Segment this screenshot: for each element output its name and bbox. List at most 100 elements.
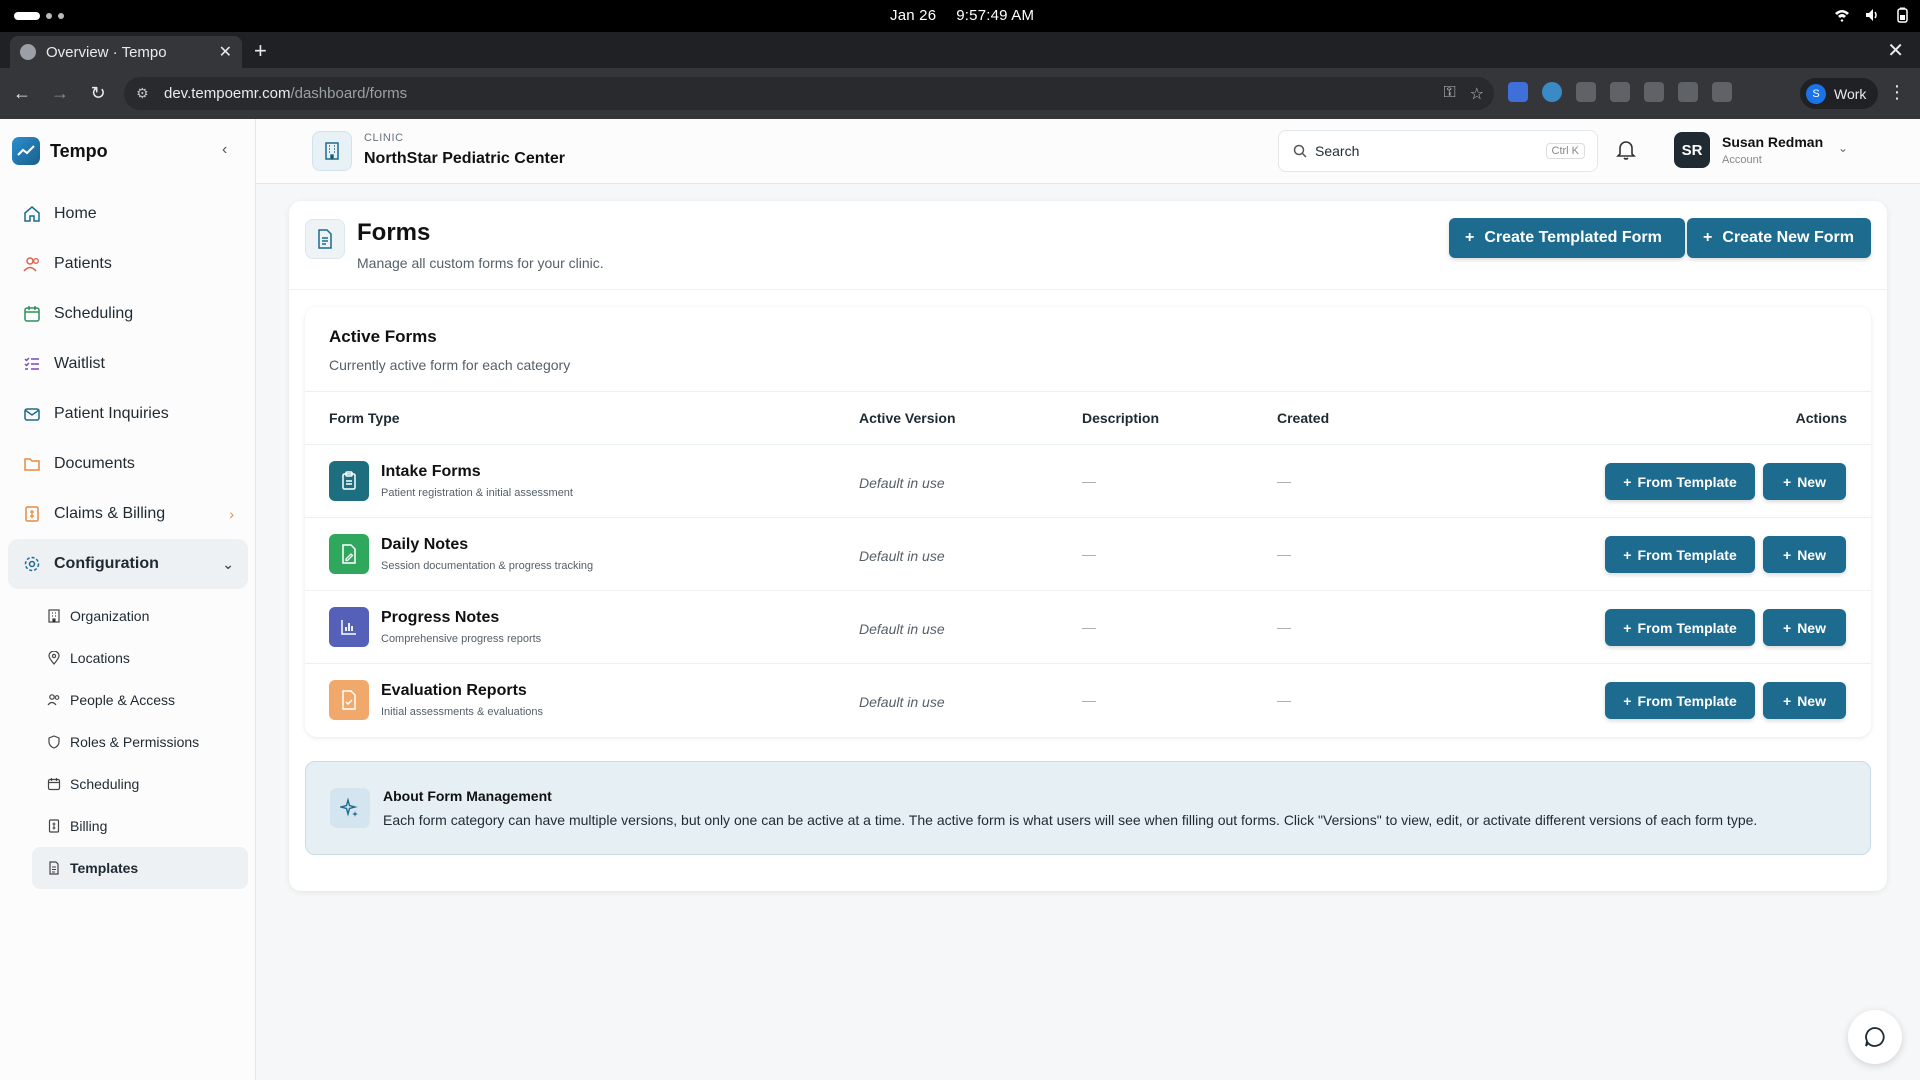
active-version: Default in use bbox=[859, 694, 945, 710]
from-template-button[interactable]: + From Template bbox=[1605, 463, 1755, 500]
form-type-name: Intake Forms bbox=[381, 463, 481, 480]
subnav-item-label: Billing bbox=[70, 818, 108, 834]
chevron-down-icon[interactable]: ⌄ bbox=[1838, 141, 1848, 155]
clipboard-icon bbox=[329, 461, 369, 501]
tab-close-icon[interactable]: ✕ bbox=[219, 42, 232, 62]
check-document-icon bbox=[329, 680, 369, 720]
new-tab-button[interactable]: + bbox=[254, 38, 267, 64]
table-row: Intake Forms Patient registration & init… bbox=[305, 445, 1871, 518]
bar-chart-icon bbox=[329, 607, 369, 647]
sidebar-item-patient-inquiries[interactable]: Patient Inquiries bbox=[8, 389, 248, 439]
tab-search-icon[interactable] bbox=[1712, 82, 1732, 102]
puzzle-extensions-icon[interactable] bbox=[1678, 82, 1698, 102]
plus-icon: + bbox=[1623, 619, 1632, 636]
bitwarden-extension-icon[interactable] bbox=[1508, 82, 1528, 102]
reload-icon[interactable]: ↻ bbox=[82, 83, 114, 104]
brand[interactable]: Tempo bbox=[12, 137, 108, 165]
chevron-down-icon: ⌄ bbox=[222, 555, 234, 572]
tab-favicon-icon bbox=[20, 44, 36, 60]
about-form-management: About Form Management Each form category… bbox=[305, 761, 1871, 855]
subnav-item-label: Roles & Permissions bbox=[70, 734, 200, 750]
extensions-area bbox=[1508, 82, 1732, 102]
tab-title: Overview · Tempo bbox=[46, 43, 167, 61]
browser-tab-strip: Overview · Tempo ✕ + ✕ bbox=[0, 32, 1920, 68]
bookmark-star-icon[interactable]: ☆ bbox=[1470, 84, 1484, 104]
plus-icon: + bbox=[1465, 229, 1475, 246]
subnav-item-label: Organization bbox=[70, 608, 150, 624]
browser-tab[interactable]: Overview · Tempo ✕ bbox=[10, 36, 242, 68]
document-icon bbox=[46, 860, 62, 876]
subnav-item-billing[interactable]: Billing bbox=[32, 805, 248, 847]
collapse-sidebar-icon[interactable]: ‹ bbox=[222, 141, 227, 159]
address-bar[interactable]: ⚙ dev.tempoemr.com/dashboard/forms ⚿ ☆ bbox=[124, 77, 1494, 110]
sidebar-item-claims-billing[interactable]: Claims & Billing › bbox=[8, 489, 248, 539]
from-template-button[interactable]: + From Template bbox=[1605, 536, 1755, 573]
sidebar-item-configuration[interactable]: Configuration ⌄ bbox=[8, 539, 248, 589]
top-header: CLINIC NorthStar Pediatric Center Search… bbox=[256, 119, 1920, 184]
clinic-name: NorthStar Pediatric Center bbox=[364, 150, 565, 167]
edit-document-icon bbox=[329, 534, 369, 574]
os-tray bbox=[1834, 7, 1910, 23]
subnav-item-scheduling[interactable]: Scheduling bbox=[32, 763, 248, 805]
section-title: Active Forms bbox=[329, 327, 437, 346]
profile-label: Work bbox=[1834, 85, 1867, 102]
chat-support-button[interactable] bbox=[1848, 1010, 1902, 1064]
sidebar-item-home[interactable]: Home bbox=[8, 189, 248, 239]
sidebar-item-patients[interactable]: Patients bbox=[8, 239, 248, 289]
notifications-bell-icon[interactable] bbox=[1616, 139, 1636, 166]
active-version: Default in use bbox=[859, 621, 945, 637]
sidebar-item-waitlist[interactable]: Waitlist bbox=[8, 339, 248, 389]
create-templated-form-button[interactable]: + Create Templated Form bbox=[1449, 218, 1685, 258]
window-close-icon[interactable]: ✕ bbox=[1887, 38, 1904, 63]
subnav-item-label: Scheduling bbox=[70, 776, 140, 792]
active-forms-panel: Active Forms Currently active form for e… bbox=[305, 307, 1871, 737]
sparkles-icon bbox=[330, 788, 370, 828]
brand-name: Tempo bbox=[50, 140, 108, 161]
subnav-item-people-access[interactable]: People & Access bbox=[32, 679, 248, 721]
new-form-button[interactable]: + New bbox=[1763, 463, 1846, 500]
profile-chip[interactable]: S Work bbox=[1800, 78, 1879, 109]
search-input[interactable]: Search Ctrl K bbox=[1278, 130, 1598, 172]
back-icon[interactable]: ← bbox=[6, 83, 38, 104]
extension-icon[interactable] bbox=[1610, 82, 1630, 102]
from-template-button[interactable]: + From Template bbox=[1605, 682, 1755, 719]
subnav-item-locations[interactable]: Locations bbox=[32, 637, 248, 679]
button-label: From Template bbox=[1637, 473, 1737, 490]
chat-bubble-icon bbox=[1865, 1027, 1885, 1047]
clinic-label: CLINIC bbox=[364, 132, 404, 144]
sidebar-item-label: Patients bbox=[54, 255, 112, 272]
os-workspace-indicator bbox=[14, 12, 64, 20]
create-new-form-button[interactable]: + Create New Form bbox=[1687, 218, 1871, 258]
sidebar-item-scheduling[interactable]: Scheduling bbox=[8, 289, 248, 339]
new-form-button[interactable]: + New bbox=[1763, 536, 1846, 573]
button-label: New bbox=[1797, 619, 1826, 636]
form-type-name: Evaluation Reports bbox=[381, 682, 527, 699]
browser-menu-icon[interactable]: ⋮ bbox=[1888, 82, 1906, 103]
password-key-icon[interactable]: ⚿ bbox=[1443, 84, 1455, 104]
sidebar: Tempo ‹ Home Patients Scheduling Waitlis… bbox=[0, 119, 256, 1080]
new-form-button[interactable]: + New bbox=[1763, 609, 1846, 646]
created-value: — bbox=[1277, 692, 1291, 708]
site-info-icon[interactable]: ⚙ bbox=[136, 85, 152, 102]
user-name[interactable]: Susan Redman bbox=[1722, 134, 1823, 150]
os-status-bar: Jan 26 9:57:49 AM bbox=[0, 0, 1920, 32]
user-avatar[interactable]: SR bbox=[1674, 132, 1710, 168]
sidebar-item-label: Waitlist bbox=[54, 355, 105, 372]
subnav-item-templates[interactable]: Templates bbox=[32, 847, 248, 889]
subnav-item-organization[interactable]: Organization bbox=[32, 595, 248, 637]
url-path: /dashboard/forms bbox=[290, 85, 408, 102]
sidebar-item-documents[interactable]: Documents bbox=[8, 439, 248, 489]
active-version: Default in use bbox=[859, 548, 945, 564]
button-label: From Template bbox=[1637, 692, 1737, 709]
home-icon bbox=[22, 204, 42, 224]
from-template-button[interactable]: + From Template bbox=[1605, 609, 1755, 646]
new-form-button[interactable]: + New bbox=[1763, 682, 1846, 719]
react-devtools-extension-icon[interactable] bbox=[1542, 82, 1562, 102]
extension-icon[interactable] bbox=[1576, 82, 1596, 102]
forward-icon[interactable]: → bbox=[44, 83, 76, 104]
description-value: — bbox=[1082, 473, 1096, 489]
receipt-icon bbox=[22, 504, 42, 524]
wifi-icon bbox=[1835, 10, 1849, 22]
subnav-item-roles-permissions[interactable]: Roles & Permissions bbox=[32, 721, 248, 763]
extension-icon[interactable] bbox=[1644, 82, 1664, 102]
